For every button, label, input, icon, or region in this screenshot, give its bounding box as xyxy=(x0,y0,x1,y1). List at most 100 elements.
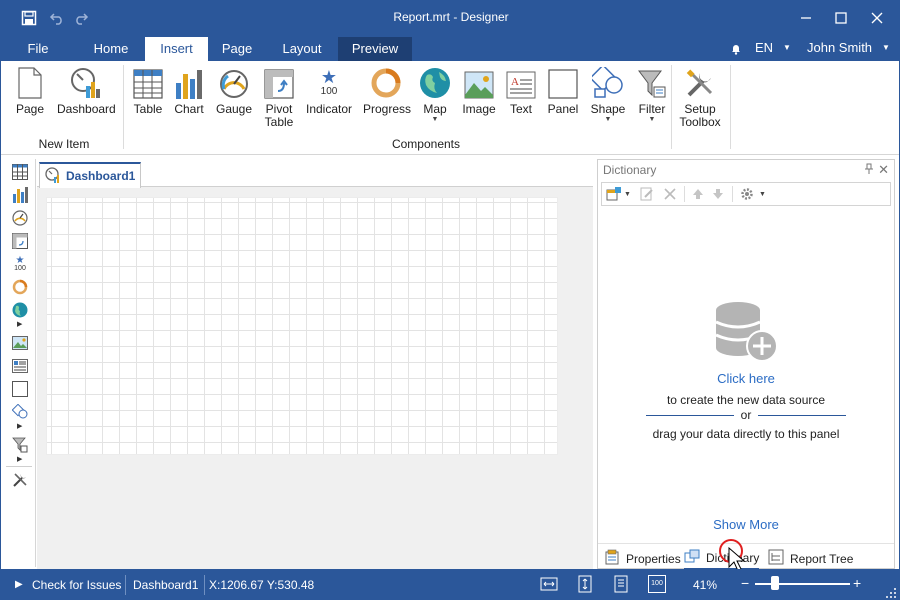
properties-icon xyxy=(604,549,620,568)
dictionary-panel-title: Dictionary xyxy=(603,163,657,177)
delete-icon xyxy=(664,186,676,202)
settings-caret-icon[interactable]: ▼ xyxy=(759,186,766,202)
zoom-in-icon[interactable]: + xyxy=(853,575,861,591)
shape-dropdown-caret-icon[interactable]: ▼ xyxy=(587,116,629,124)
language-chevron-icon[interactable]: ▼ xyxy=(783,35,791,61)
filter-button[interactable]: Filter ▼ xyxy=(635,65,669,124)
pivot-table-icon xyxy=(260,65,298,99)
image-icon xyxy=(459,65,499,99)
toolbox-map-caret-icon[interactable]: ▶ xyxy=(17,320,22,328)
dashboard-page-grid[interactable] xyxy=(46,197,558,455)
toolbox-map-icon[interactable] xyxy=(11,301,29,319)
or-text: or xyxy=(740,408,752,422)
panel-tab-properties[interactable]: Properties xyxy=(604,549,681,568)
expand-arrow-icon[interactable]: ▶ xyxy=(15,579,23,590)
edit-icon xyxy=(640,186,654,202)
settings-gear-icon[interactable] xyxy=(740,186,754,202)
toolbox-shape-caret-icon[interactable]: ▶ xyxy=(17,422,22,430)
close-window-icon[interactable] xyxy=(864,6,890,30)
panel-tab-report-tree[interactable]: Report Tree xyxy=(768,549,853,568)
chart-button[interactable]: Chart xyxy=(170,65,208,116)
toolbox-gauge-icon[interactable] xyxy=(11,209,29,227)
indicator-button[interactable]: ★ 100 Indicator xyxy=(306,65,352,116)
group-separator xyxy=(730,65,731,149)
new-dashboard-button[interactable]: Dashboard xyxy=(57,65,116,116)
new-data-source-caret-icon[interactable]: ▼ xyxy=(624,186,631,202)
status-bar: ▶ Check for Issues Dashboard1 X:1206.67 … xyxy=(1,569,899,599)
database-add-icon[interactable] xyxy=(598,300,894,362)
pivot-table-button[interactable]: Pivot Table xyxy=(260,65,298,129)
toolbox-text-icon[interactable] xyxy=(11,357,29,375)
fit-height-icon[interactable] xyxy=(576,575,594,593)
group-label-components: Components xyxy=(391,137,461,151)
toolbox-filter-caret-icon[interactable]: ▶ xyxy=(17,455,22,463)
toolbox-separator xyxy=(6,466,32,467)
progress-button[interactable]: Progress xyxy=(363,65,411,116)
new-page-button[interactable]: Page xyxy=(11,65,49,116)
toolbox-progress-icon[interactable] xyxy=(11,278,29,296)
zoom-slider-handle[interactable] xyxy=(771,576,779,590)
cursor-coordinates: X:1206.67 Y:530.48 xyxy=(209,578,315,592)
toolbox-image-icon[interactable] xyxy=(11,334,29,352)
toolbox-pivot-table-icon[interactable] xyxy=(11,232,29,250)
check-for-issues-button[interactable]: Check for Issues xyxy=(32,578,121,592)
map-dropdown-caret-icon[interactable]: ▼ xyxy=(415,116,455,124)
close-panel-icon[interactable]: ✕ xyxy=(878,162,889,178)
toolbox-indicator-icon[interactable]: ★ 100 xyxy=(11,255,29,273)
document-tab-label: Dashboard1 xyxy=(66,169,136,183)
tab-preview[interactable]: Preview xyxy=(338,37,412,61)
toolbox-shape-icon[interactable] xyxy=(11,403,29,421)
fit-width-icon[interactable] xyxy=(540,575,558,593)
gauge-icon xyxy=(213,65,255,99)
text-button[interactable]: A Text xyxy=(503,65,539,116)
left-toolbox: ★ 100 ▶ ▶ ▶ xyxy=(2,159,36,567)
tab-home[interactable]: Home xyxy=(83,37,139,61)
map-button[interactable]: Map ▼ xyxy=(415,65,455,124)
image-button[interactable]: Image xyxy=(459,65,499,116)
toolbox-setup-icon[interactable] xyxy=(11,471,29,489)
tab-page[interactable]: Page xyxy=(213,37,261,61)
toolbox-filter-icon[interactable] xyxy=(11,436,29,454)
resize-grip-icon[interactable] xyxy=(885,587,897,599)
actual-size-icon[interactable]: 100 xyxy=(648,575,666,593)
maximize-icon[interactable] xyxy=(828,6,854,30)
tab-file[interactable]: File xyxy=(15,37,61,61)
create-data-source-text: to create the new data source xyxy=(666,393,826,407)
empty-dictionary-message: Click here to create the new data source… xyxy=(598,300,894,441)
report-tree-tab-label: Report Tree xyxy=(790,551,854,566)
filter-dropdown-caret-icon[interactable]: ▼ xyxy=(635,116,669,124)
user-chevron-icon[interactable]: ▼ xyxy=(882,35,890,61)
new-data-source-icon[interactable] xyxy=(606,186,622,202)
zoom-slider[interactable] xyxy=(755,583,850,585)
dictionary-toolbar: ▼ ▼ xyxy=(601,182,891,206)
toolbox-table-icon[interactable] xyxy=(11,163,29,181)
tab-insert[interactable]: Insert xyxy=(145,37,208,61)
zoom-out-icon[interactable]: − xyxy=(741,575,749,591)
status-separator xyxy=(125,575,126,595)
gauge-button[interactable]: Gauge xyxy=(213,65,255,116)
minimize-icon[interactable] xyxy=(793,6,819,30)
pin-icon[interactable] xyxy=(864,163,874,178)
group-separator xyxy=(123,65,124,149)
ribbon-tabs: File Home Insert Page Layout Preview EN … xyxy=(1,35,899,61)
toolbox-chart-icon[interactable] xyxy=(11,186,29,204)
tab-layout[interactable]: Layout xyxy=(273,37,331,61)
user-name[interactable]: John Smith xyxy=(807,35,872,61)
table-button[interactable]: Table xyxy=(129,65,167,116)
show-more-link[interactable]: Show More xyxy=(598,517,894,532)
panel-button[interactable]: Panel xyxy=(545,65,581,116)
status-page-name[interactable]: Dashboard1 xyxy=(133,578,198,592)
shape-button[interactable]: Shape ▼ xyxy=(587,65,629,124)
setup-toolbox-button[interactable]: Setup Toolbox xyxy=(677,65,723,129)
click-here-link[interactable]: Click here xyxy=(598,371,894,386)
drag-data-text: drag your data directly to this panel xyxy=(652,427,840,441)
notification-bell-icon[interactable] xyxy=(730,35,742,61)
design-canvas-area: Dashboard1 xyxy=(37,159,593,569)
whole-page-icon[interactable] xyxy=(612,575,630,593)
group-label-new-item: New Item xyxy=(38,137,90,151)
indicator-label: Indicator xyxy=(306,102,353,116)
language-selector[interactable]: EN xyxy=(755,35,773,61)
or-divider: or xyxy=(598,408,894,422)
toolbox-panel-icon[interactable] xyxy=(11,380,29,398)
document-tab-dashboard1[interactable]: Dashboard1 xyxy=(39,162,141,188)
